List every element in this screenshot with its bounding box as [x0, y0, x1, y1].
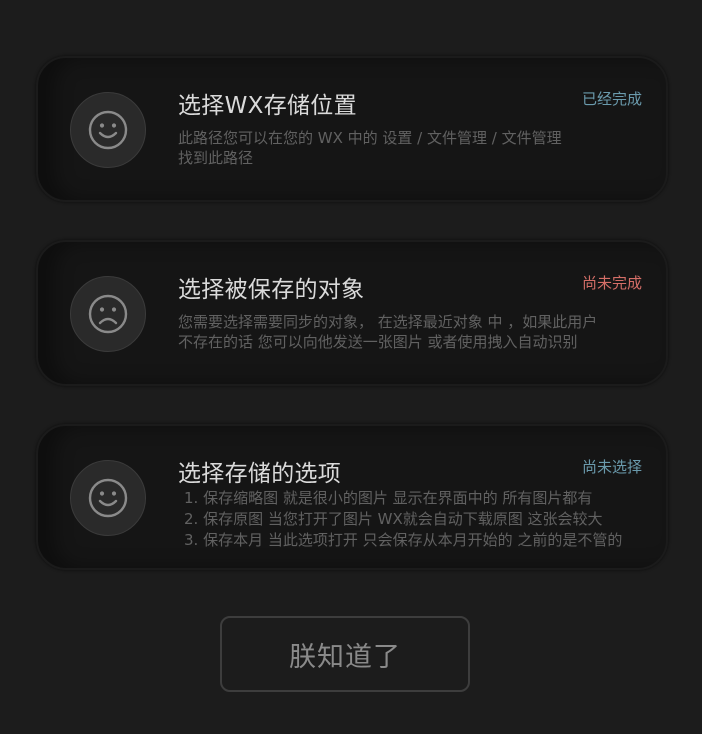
wechat-backup-setup-page: 选择WX存储位置 已经完成 此路径您可以在您的 WX 中的 设置 / 文件管理 …: [0, 0, 702, 734]
sad-face-icon: [70, 276, 146, 352]
step-description: 您需要选择需要同步的对象， 在选择最近对象 中 ，如果此用户 不存在的话 您可以…: [178, 312, 648, 352]
step-title: 选择被保存的对象: [178, 277, 365, 303]
status-badge: 尚未完成: [581, 274, 642, 292]
option-line: 2. 保存原图 当您打开了图片 WX就会自动下载原图 这张会较大: [184, 510, 603, 528]
smile-face-icon: [70, 460, 146, 536]
smile-face-icon: [70, 92, 146, 168]
description-line: 此路径您可以在您的 WX 中的 设置 / 文件管理 / 文件管理: [178, 129, 562, 147]
description-line: 找到此路径: [178, 149, 254, 167]
status-badge: 尚未选择: [581, 458, 642, 476]
step-card-storage-options[interactable]: 选择存储的选项 尚未选择 1. 保存缩略图 就是很小的图片 显示在界面中的 所有…: [36, 424, 668, 570]
step-title: 选择存储的选项: [178, 461, 342, 487]
step-card-storage-location[interactable]: 选择WX存储位置 已经完成 此路径您可以在您的 WX 中的 设置 / 文件管理 …: [36, 56, 668, 202]
step-description: 1. 保存缩略图 就是很小的图片 显示在界面中的 所有图片都有 2. 保存原图 …: [184, 488, 664, 551]
step-title: 选择WX存储位置: [178, 93, 357, 119]
step-card-save-target[interactable]: 选择被保存的对象 尚未完成 您需要选择需要同步的对象， 在选择最近对象 中 ，如…: [36, 240, 668, 386]
description-line: 不存在的话 您可以向他发送一张图片 或者使用拽入自动识别: [178, 333, 578, 351]
acknowledge-button[interactable]: 朕知道了: [220, 616, 470, 692]
status-badge: 已经完成: [581, 90, 642, 108]
description-line: 您需要选择需要同步的对象， 在选择最近对象 中 ，如果此用户: [178, 313, 598, 331]
step-description: 此路径您可以在您的 WX 中的 设置 / 文件管理 / 文件管理 找到此路径: [178, 128, 648, 168]
option-line: 1. 保存缩略图 就是很小的图片 显示在界面中的 所有图片都有: [184, 489, 593, 507]
option-line: 3. 保存本月 当此选项打开 只会保存从本月开始的 之前的是不管的: [184, 531, 623, 549]
